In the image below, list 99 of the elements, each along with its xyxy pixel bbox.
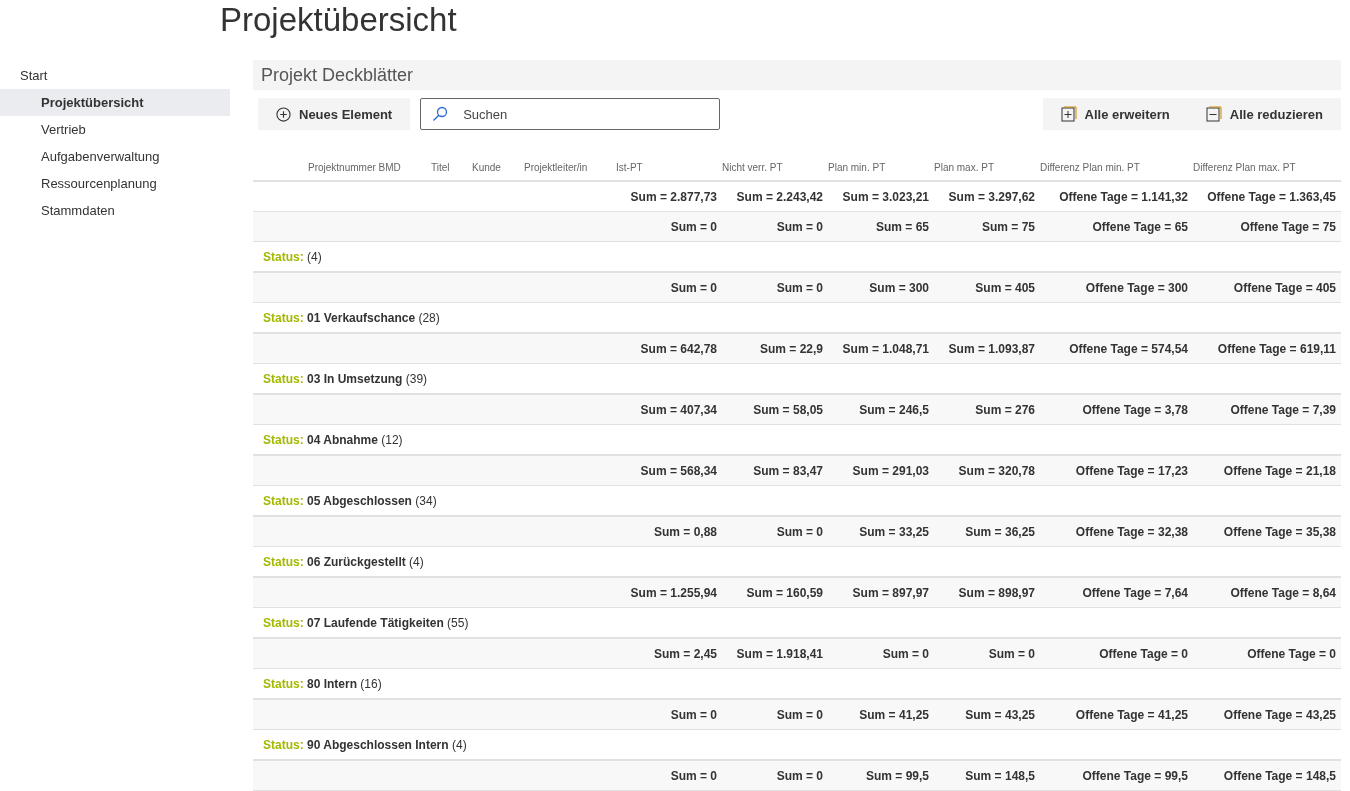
sum-cell-text: Offene Tage = 99,5 <box>1081 768 1189 783</box>
sum-cell-text: Sum = 898,97 <box>957 585 1036 600</box>
sum-cell-text: Sum = 0 <box>987 646 1036 661</box>
group-label: Status: 90 Abgeschlossen Intern (4) <box>263 737 467 752</box>
column-header[interactable]: Kunde <box>472 161 524 173</box>
sum-cell-text: Offene Tage = 32,38 <box>1074 524 1189 539</box>
new-item-button[interactable]: Neues Element <box>258 98 411 130</box>
group-label: Status: (4) <box>263 249 322 264</box>
sum-cell-text: Offene Tage = 405 <box>1232 280 1337 295</box>
sum-cell-text: Sum = 1.048,71 <box>841 341 930 356</box>
sum-cell-text: Offene Tage = 35,38 <box>1222 524 1337 539</box>
sum-cell-text: Sum = 0,88 <box>652 524 718 539</box>
sum-cell-text: Sum = 0 <box>775 219 824 234</box>
sum-cell-text: Offene Tage = 1.141,32 <box>1058 189 1189 204</box>
sum-cell-text: Offene Tage = 574,54 <box>1068 341 1189 356</box>
nav-link[interactable]: Vertrieb <box>0 116 230 143</box>
sum-cell-text: Sum = 41,25 <box>858 707 930 722</box>
sum-cell-text: Sum = 160,59 <box>745 585 824 600</box>
nav-link[interactable]: Aufgabenverwaltung <box>0 143 230 170</box>
nav-link[interactable]: Projektübersicht <box>0 89 230 116</box>
sum-cell-text: Sum = 83,47 <box>752 463 824 478</box>
sum-cell-text: Sum = 405 <box>974 280 1036 295</box>
sum-cell-text: Offene Tage = 8,64 <box>1229 585 1337 600</box>
nav-link[interactable]: Stammdaten <box>0 197 230 224</box>
sum-cell-text: Sum = 0 <box>669 280 718 295</box>
column-header[interactable]: Projektleiter/in <box>524 161 616 173</box>
sum-cell-text: Sum = 148,5 <box>964 768 1036 783</box>
column-header[interactable]: Nicht verr. PT <box>722 161 828 173</box>
sum-cell-text: Sum = 407,34 <box>639 402 718 417</box>
group-label: Status: 03 In Umsetzung (39) <box>263 371 428 386</box>
column-header[interactable]: Plan max. PT <box>934 161 1040 173</box>
group-label: Status: 06 Zurückgestellt (4) <box>263 554 424 569</box>
sum-cell-text: Sum = 3.297,62 <box>947 189 1036 204</box>
sum-cell-text: Sum = 43,25 <box>964 707 1036 722</box>
nav-link[interactable]: Start <box>0 62 230 89</box>
sum-cell-text: Sum = 1.255,94 <box>629 585 718 600</box>
sum-cell-text: Sum = 1.093,87 <box>947 341 1036 356</box>
sum-cell-text: Sum = 0 <box>669 219 718 234</box>
sum-cell-text: Offene Tage = 619,11 <box>1216 341 1337 356</box>
sum-cell-text: Sum = 0 <box>669 707 718 722</box>
list-title: Projekt Deckblätter <box>253 60 1341 90</box>
sum-cell-text: Sum = 0 <box>775 768 824 783</box>
sum-cell-text: Sum = 0 <box>775 524 824 539</box>
sum-cell-text: Offene Tage = 17,23 <box>1074 463 1189 478</box>
sum-cell-text: Offene Tage = 43,25 <box>1222 707 1337 722</box>
expand-icon <box>1060 106 1077 122</box>
sum-cell-text: Sum = 0 <box>775 280 824 295</box>
sum-cell-text: Sum = 0 <box>881 646 930 661</box>
sum-cell-text: Sum = 0 <box>775 707 824 722</box>
sum-cell-text: Sum = 33,25 <box>858 524 930 539</box>
sum-cell-text: Sum = 2,45 <box>652 646 718 661</box>
sum-cell-text: Sum = 3.023,21 <box>841 189 930 204</box>
sum-cell-text: Sum = 0 <box>669 768 718 783</box>
sum-cell-text: Offene Tage = 75 <box>1239 219 1337 234</box>
sum-cell-text: Sum = 99,5 <box>864 768 930 783</box>
sum-cell-text: Sum = 276 <box>974 402 1036 417</box>
sum-cell-text: Sum = 65 <box>874 219 930 234</box>
sum-cell-text: Offene Tage = 3,78 <box>1081 402 1189 417</box>
sum-cell-text: Sum = 897,97 <box>851 585 930 600</box>
group-label: Status: 05 Abgeschlossen (34) <box>263 493 437 508</box>
sum-cell-text: Offene Tage = 148,5 <box>1222 768 1337 783</box>
sum-cell-text: Sum = 36,25 <box>964 524 1036 539</box>
column-header[interactable]: Plan min. PT <box>828 161 934 173</box>
sum-cell-text: Sum = 300 <box>868 280 930 295</box>
group-label: Status: 01 Verkaufschance (28) <box>263 310 440 325</box>
column-header[interactable]: Titel <box>431 161 472 173</box>
search-field[interactable]: Suchen <box>420 98 721 130</box>
group-label: Status: 04 Abnahme (12) <box>263 432 403 447</box>
sum-cell-text: Sum = 58,05 <box>752 402 824 417</box>
sum-cell-text: Offene Tage = 7,64 <box>1081 585 1189 600</box>
sum-cell-text: Sum = 75 <box>980 219 1036 234</box>
plus-circle-icon <box>276 106 291 122</box>
column-header[interactable]: Differenz Plan max. PT <box>1193 161 1341 173</box>
sum-cell-text: Sum = 291,03 <box>851 463 930 478</box>
column-header[interactable]: Differenz Plan min. PT <box>1040 161 1193 173</box>
sum-cell-text: Sum = 2.243,42 <box>735 189 824 204</box>
sum-cell-text: Offene Tage = 65 <box>1091 219 1189 234</box>
sum-cell-text: Sum = 22,9 <box>758 341 824 356</box>
sum-cell-text: Offene Tage = 0 <box>1246 646 1337 661</box>
sum-cell-text: Sum = 2.877,73 <box>629 189 718 204</box>
nav-link[interactable]: Ressourcenplanung <box>0 170 230 197</box>
column-header[interactable]: Projektnummer BMD <box>308 161 431 173</box>
collapse-icon <box>1205 106 1222 122</box>
sum-cell-text: Sum = 246,5 <box>858 402 930 417</box>
group-label: Status: 07 Laufende Tätigkeiten (55) <box>263 615 469 630</box>
group-label: Status: 80 Intern (16) <box>263 676 382 691</box>
sum-cell-text: Offene Tage = 41,25 <box>1074 707 1189 722</box>
sum-cell-text: Offene Tage = 7,39 <box>1229 402 1337 417</box>
page-title: Projektübersicht <box>219 0 458 40</box>
search-icon <box>432 106 449 122</box>
sum-cell-text: Sum = 568,34 <box>639 463 718 478</box>
sum-cell-text: Offene Tage = 0 <box>1098 646 1189 661</box>
sum-cell-text: Offene Tage = 21,18 <box>1222 463 1337 478</box>
sum-cell-text: Offene Tage = 300 <box>1084 280 1189 295</box>
sum-cell-text: Sum = 642,78 <box>639 341 718 356</box>
sum-cell-text: Sum = 1.918,41 <box>735 646 824 661</box>
sum-cell-text: Sum = 320,78 <box>957 463 1036 478</box>
sum-cell-text: Offene Tage = 1.363,45 <box>1206 189 1337 204</box>
column-header[interactable]: Ist-PT <box>616 161 722 173</box>
